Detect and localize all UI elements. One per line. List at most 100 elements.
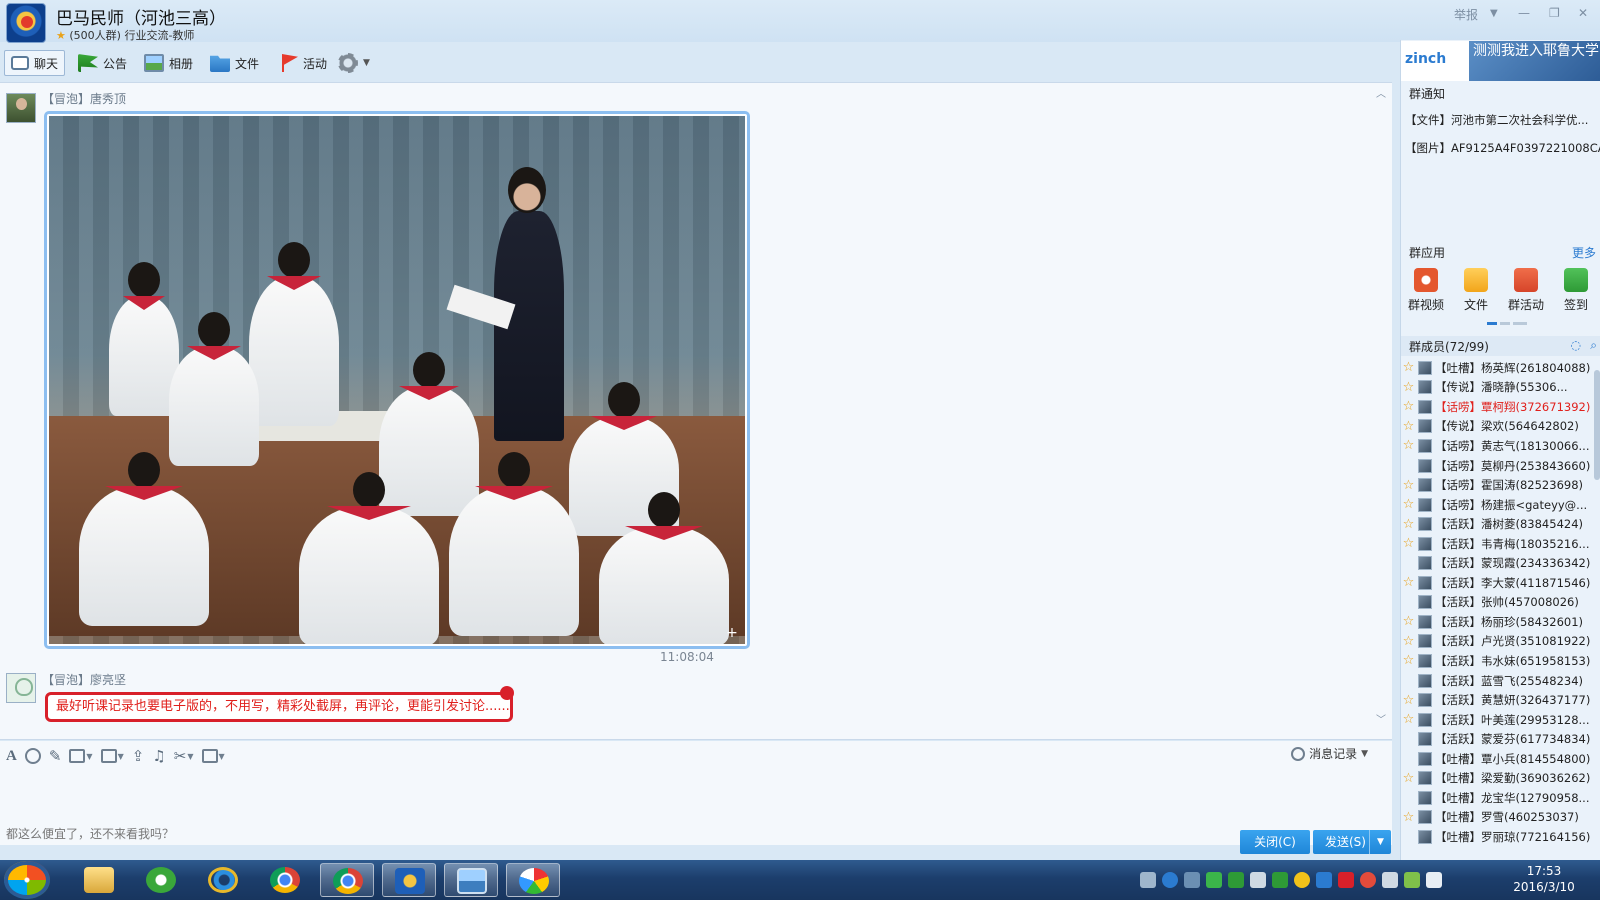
- tab-chat[interactable]: 聊天: [4, 50, 66, 76]
- music-icon[interactable]: ♫: [152, 746, 165, 766]
- app-group-video[interactable]: 群视频: [1403, 268, 1449, 328]
- member-avatar[interactable]: [1418, 829, 1432, 844]
- app-group-activity[interactable]: 群活动: [1503, 268, 1549, 328]
- report-link[interactable]: 举报: [1454, 6, 1478, 23]
- taskbar-photo-viewer[interactable]: [444, 863, 498, 897]
- apps-more-link[interactable]: 更多: [1572, 244, 1596, 261]
- maximize-button[interactable]: ❐: [1549, 6, 1560, 20]
- member-avatar[interactable]: [1418, 810, 1432, 825]
- keyboard-icon[interactable]: [1140, 872, 1156, 888]
- member-row[interactable]: 【吐槽】龙宝华(12790958...: [1401, 788, 1593, 808]
- member-row[interactable]: 【活跃】蒙现霞(234336342): [1401, 553, 1593, 573]
- taskbar-explorer[interactable]: [72, 863, 126, 897]
- member-row[interactable]: ☆ 【活跃】韦青梅(18035216...: [1401, 534, 1593, 554]
- close-window-button[interactable]: ✕: [1578, 6, 1588, 20]
- member-row[interactable]: ☆ 【传说】梁欢(564642802): [1401, 417, 1593, 437]
- member-avatar[interactable]: [1418, 751, 1432, 766]
- member-row[interactable]: 【活跃】蓝雪飞(25548234): [1401, 671, 1593, 691]
- member-row[interactable]: ☆ 【活跃】杨丽珍(58432601): [1401, 612, 1593, 632]
- member-avatar[interactable]: [1418, 575, 1432, 590]
- scroll-down-icon[interactable]: ﹀: [1376, 711, 1386, 726]
- tab-activity[interactable]: 活动: [278, 50, 327, 76]
- tab-file[interactable]: 文件: [210, 50, 259, 76]
- member-row[interactable]: ☆ 【活跃】潘树菱(83845424): [1401, 514, 1593, 534]
- app-file[interactable]: 文件: [1453, 268, 1499, 328]
- member-row[interactable]: 【吐槽】罗丽琼(772164156): [1401, 827, 1593, 847]
- input-method-icon[interactable]: [1228, 872, 1244, 888]
- member-avatar[interactable]: [1418, 517, 1432, 532]
- chat-history[interactable]: 【冒泡】唐秀顶 + 11:08:04 【冒泡】廖亮坚 最好听课记录也要电子版的，…: [0, 82, 1392, 740]
- message-sender[interactable]: 【冒泡】廖亮坚: [42, 671, 126, 688]
- member-avatar[interactable]: [1418, 712, 1432, 727]
- network-icon[interactable]: [1316, 872, 1332, 888]
- member-scrollbar[interactable]: [1594, 370, 1600, 480]
- message-input[interactable]: 都这么便宜了，还不来看我吗？: [6, 825, 174, 842]
- member-row[interactable]: ☆ 【活跃】韦水妹(651958153): [1401, 651, 1593, 671]
- usb-icon[interactable]: [1382, 872, 1398, 888]
- battery-icon[interactable]: [1206, 872, 1222, 888]
- shield-icon[interactable]: [1272, 872, 1288, 888]
- member-avatar[interactable]: [1418, 653, 1432, 668]
- tray-arrow-icon[interactable]: [1184, 872, 1200, 888]
- send-button[interactable]: 发送(S) ▼: [1313, 830, 1391, 854]
- member-avatar[interactable]: [1418, 399, 1432, 414]
- taskbar-360-browser[interactable]: [134, 863, 188, 897]
- member-avatar[interactable]: [1418, 536, 1432, 551]
- tab-album[interactable]: 相册: [144, 50, 193, 76]
- taskbar-chrome[interactable]: [258, 863, 312, 897]
- message-sender[interactable]: 【冒泡】唐秀顶: [42, 90, 126, 107]
- menu-dropdown-icon[interactable]: ▼: [1490, 8, 1498, 19]
- member-avatar[interactable]: [1418, 556, 1432, 571]
- shared-photo[interactable]: +: [44, 111, 750, 649]
- system-clock[interactable]: 17:53 2016/3/10: [1500, 863, 1588, 895]
- member-avatar[interactable]: [1418, 595, 1432, 610]
- member-row[interactable]: ☆ 【吐槽】罗雪(460253037): [1401, 808, 1593, 828]
- wifi-icon[interactable]: [1404, 872, 1420, 888]
- qq-tray-icon[interactable]: [1360, 872, 1376, 888]
- tab-notice[interactable]: 公告: [78, 50, 127, 76]
- member-avatar[interactable]: [1418, 478, 1432, 493]
- taskbar-qq-group[interactable]: [382, 863, 436, 897]
- member-row[interactable]: ☆ 【话唠】杨建振<gateyy@...: [1401, 495, 1593, 515]
- volume-icon[interactable]: [1250, 872, 1266, 888]
- member-avatar[interactable]: [1418, 732, 1432, 747]
- member-row[interactable]: ☆ 【活跃】叶美莲(29953128...: [1401, 710, 1593, 730]
- app-sign-in[interactable]: 签到: [1553, 268, 1599, 328]
- member-avatar[interactable]: [1418, 438, 1432, 453]
- member-row[interactable]: ☆ 【话唠】黄志气(18130066...: [1401, 436, 1593, 456]
- member-avatar[interactable]: [1418, 673, 1432, 688]
- member-row[interactable]: 【吐槽】覃小兵(814554800): [1401, 749, 1593, 769]
- message-history-button[interactable]: 消息记录 ▼: [1291, 745, 1368, 762]
- sender-avatar[interactable]: [6, 93, 36, 123]
- close-button[interactable]: 关闭(C): [1240, 830, 1310, 854]
- magic-wand-icon[interactable]: ✎: [49, 746, 62, 766]
- member-row[interactable]: ☆ 【活跃】卢光贤(351081922): [1401, 632, 1593, 652]
- help-icon[interactable]: [1162, 872, 1178, 888]
- expand-icon[interactable]: +: [725, 626, 739, 640]
- image-icon[interactable]: ▼: [100, 746, 124, 766]
- member-row[interactable]: 【活跃】张帅(457008026): [1401, 593, 1593, 613]
- member-row[interactable]: ☆ 【传说】潘晓静(55306...: [1401, 378, 1593, 398]
- plus-icon[interactable]: [1294, 872, 1310, 888]
- member-row[interactable]: 【话唠】莫柳丹(253843660): [1401, 456, 1593, 476]
- start-button[interactable]: [4, 861, 50, 899]
- member-list[interactable]: ☆ 【吐槽】杨英辉(261804088) ☆ 【传说】潘晓静(55306... ☆ 【话唠…: [1401, 358, 1593, 848]
- scroll-up-icon[interactable]: ︿: [1376, 85, 1386, 100]
- member-avatar[interactable]: [1418, 693, 1432, 708]
- notice-item[interactable]: 【文件】河池市第二次社会科学优...: [1401, 106, 1600, 134]
- app-page-indicator[interactable]: [1487, 322, 1527, 325]
- emoji-icon[interactable]: [24, 746, 41, 766]
- minimize-button[interactable]: —: [1518, 6, 1530, 20]
- taskbar-internet-explorer[interactable]: [196, 863, 250, 897]
- notice-item[interactable]: 【图片】AF9125A4F0397221008CA...: [1401, 134, 1600, 162]
- member-row[interactable]: 【活跃】蒙爱芬(617734834): [1401, 729, 1593, 749]
- send-options-icon[interactable]: ▼: [1369, 830, 1391, 854]
- settings-button[interactable]: ▼: [338, 50, 370, 76]
- action-center-icon[interactable]: [1426, 872, 1442, 888]
- member-row[interactable]: ☆ 【吐槽】梁爱勤(369036262): [1401, 768, 1593, 788]
- taskbar-chrome-window[interactable]: [320, 863, 374, 897]
- member-avatar[interactable]: [1418, 634, 1432, 649]
- upload-icon[interactable]: ⇪: [132, 746, 145, 766]
- member-avatar[interactable]: [1418, 771, 1432, 786]
- ad-banner[interactable]: zinch 测测我进入耶鲁大学的几率: [1401, 41, 1600, 81]
